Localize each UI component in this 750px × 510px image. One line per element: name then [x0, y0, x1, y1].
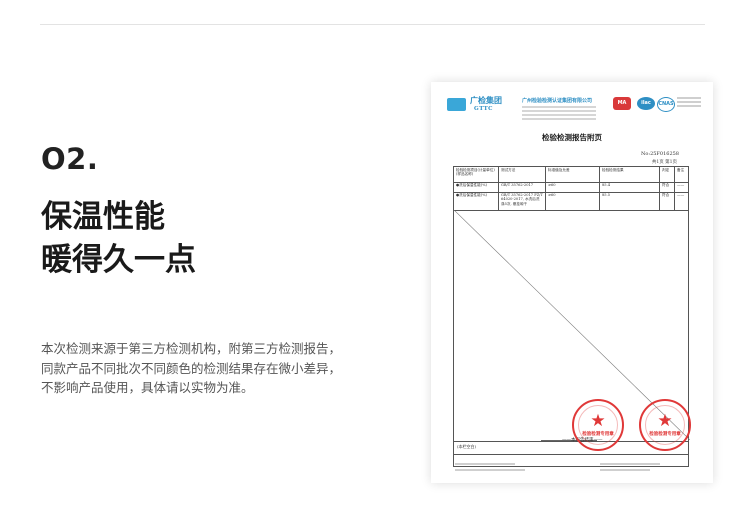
top-divider: [40, 24, 705, 25]
table-header-cell: 备注: [677, 168, 685, 172]
report-page-info: 共1页 第1页: [651, 160, 677, 165]
cnas-cert-icon: CNAS: [657, 97, 675, 112]
description-line-3: 不影响产品使用，具体请以实物为准。: [41, 380, 254, 395]
table-header-row: 检验检测项目(计量单位)(样品名称) 测试方法 标准值及允差 检验检测结果 判定…: [454, 167, 688, 183]
table-cell: 85.5: [600, 192, 660, 210]
table-cell: ●洗后保温性能(%): [454, 182, 499, 192]
section-number: O2.: [41, 142, 99, 176]
table-cell: ——: [677, 183, 685, 187]
stamp-text: 检验检测专用章: [649, 432, 681, 437]
report-number: No:25F016258: [641, 151, 679, 157]
table-header-cell: 标准值及允差: [546, 167, 600, 182]
test-report-document: 广检集团 GTTC 广州检验检测认证集团有限公司 MA ilac CNAS 检验…: [431, 82, 713, 483]
cert-fineprint: [677, 97, 701, 109]
table-cell: ≥60: [546, 182, 600, 192]
table-note: (本栏空白): [457, 444, 477, 449]
official-seal-stamp: ★ 检验检测专用章: [572, 399, 624, 451]
table-row: ●洗后保温性能(%) GB/T 35762-2017 FZ/T 64020-20…: [454, 192, 688, 211]
stamp-text: 检验检测专用章: [582, 432, 614, 437]
cma-cert-icon: MA: [613, 97, 631, 110]
table-cell: 符合: [660, 192, 675, 210]
logo-sub: GTTC: [474, 106, 494, 112]
star-icon: ★: [590, 411, 606, 431]
table-cell: 85.4: [600, 182, 660, 192]
org-header: 广州检验检测认证集团有限公司: [522, 97, 602, 120]
logo-name: 广检集团: [470, 95, 502, 105]
section-headline: 保温性能 暖得久一点: [41, 196, 196, 282]
description-text: 本次检测来源于第三方检测机构，附第三方检测报告， 同款产品不同批次不同颜色的检测…: [41, 339, 381, 398]
description-line-2: 同款产品不同批次不同颜色的检测结果存在微小差异，: [41, 360, 342, 376]
table-header-cell: 判定: [660, 167, 675, 182]
table-header-cell: 检验检测项目(计量单位)(样品名称): [454, 167, 499, 182]
table-header-cell: 检验检测结果: [600, 167, 660, 182]
report-title: 检验检测报告附页: [542, 133, 602, 142]
footer-fineprint-2: [455, 459, 695, 478]
gttc-logo-icon: [447, 98, 466, 111]
table-header-cell: 测试方法: [499, 167, 546, 182]
table-cell: ●洗后保温性能(%): [454, 192, 499, 210]
table-cell: ——: [677, 193, 685, 197]
org-name: 广州检验检测认证集团有限公司: [522, 98, 593, 104]
table-cell: GB/T 35762-2017 FZ/T 64020-2017, 水洗后洗涤5次…: [499, 192, 546, 210]
description-line-1: 本次检测来源于第三方检测机构，附第三方检测报告，: [41, 341, 342, 356]
star-icon: ★: [657, 411, 673, 431]
headline-line-1: 保温性能: [41, 199, 165, 235]
table-cell: ≥60: [546, 192, 600, 210]
table-cell: GB/T 35762-2017: [499, 182, 546, 192]
inspection-seal-stamp: ★ 检验检测专用章: [639, 399, 691, 451]
table-cell: 符合: [660, 182, 675, 192]
ilac-cert-icon: ilac: [637, 97, 655, 110]
headline-line-2: 暖得久一点: [41, 242, 196, 278]
